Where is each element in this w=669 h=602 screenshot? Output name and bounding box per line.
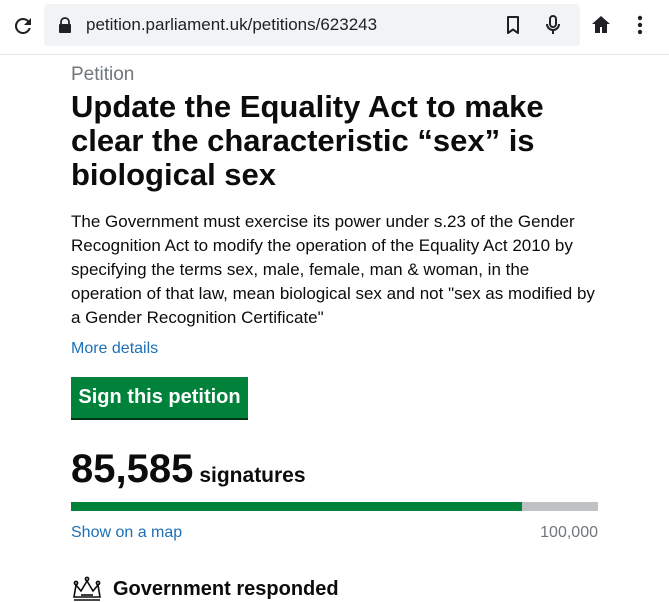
page-caption: Petition — [71, 64, 135, 85]
lock-icon[interactable] — [58, 17, 72, 33]
sign-petition-button[interactable]: Sign this petition — [71, 377, 248, 420]
bookmark-icon[interactable] — [502, 14, 524, 36]
mic-icon[interactable] — [542, 14, 564, 36]
petition-title: Update the Equality Act to make clear th… — [71, 89, 544, 192]
home-icon[interactable] — [589, 13, 613, 37]
address-bar[interactable]: petition.parliament.uk/petitions/623243 — [44, 4, 580, 46]
government-status: Government responded — [71, 576, 339, 602]
signature-progress-bar — [71, 502, 598, 511]
signature-count: 85,585 signatures — [71, 447, 306, 492]
signature-progress-fill — [71, 502, 523, 511]
petition-description: The Government must exercise its power u… — [71, 212, 595, 327]
browser-toolbar: petition.parliament.uk/petitions/623243 — [0, 0, 669, 55]
crown-icon — [73, 576, 101, 601]
signature-label: signatures — [199, 464, 306, 487]
more-details-link[interactable]: More details — [71, 340, 158, 358]
signature-number: 85,585 — [71, 447, 194, 491]
reload-icon[interactable] — [8, 11, 38, 41]
government-status-label: Government responded — [113, 577, 339, 600]
signature-goal: 100,000 — [540, 524, 598, 541]
more-vert-icon[interactable] — [630, 13, 650, 37]
show-on-map-link[interactable]: Show on a map — [71, 524, 182, 542]
url-text[interactable]: petition.parliament.uk/petitions/623243 — [86, 15, 377, 35]
